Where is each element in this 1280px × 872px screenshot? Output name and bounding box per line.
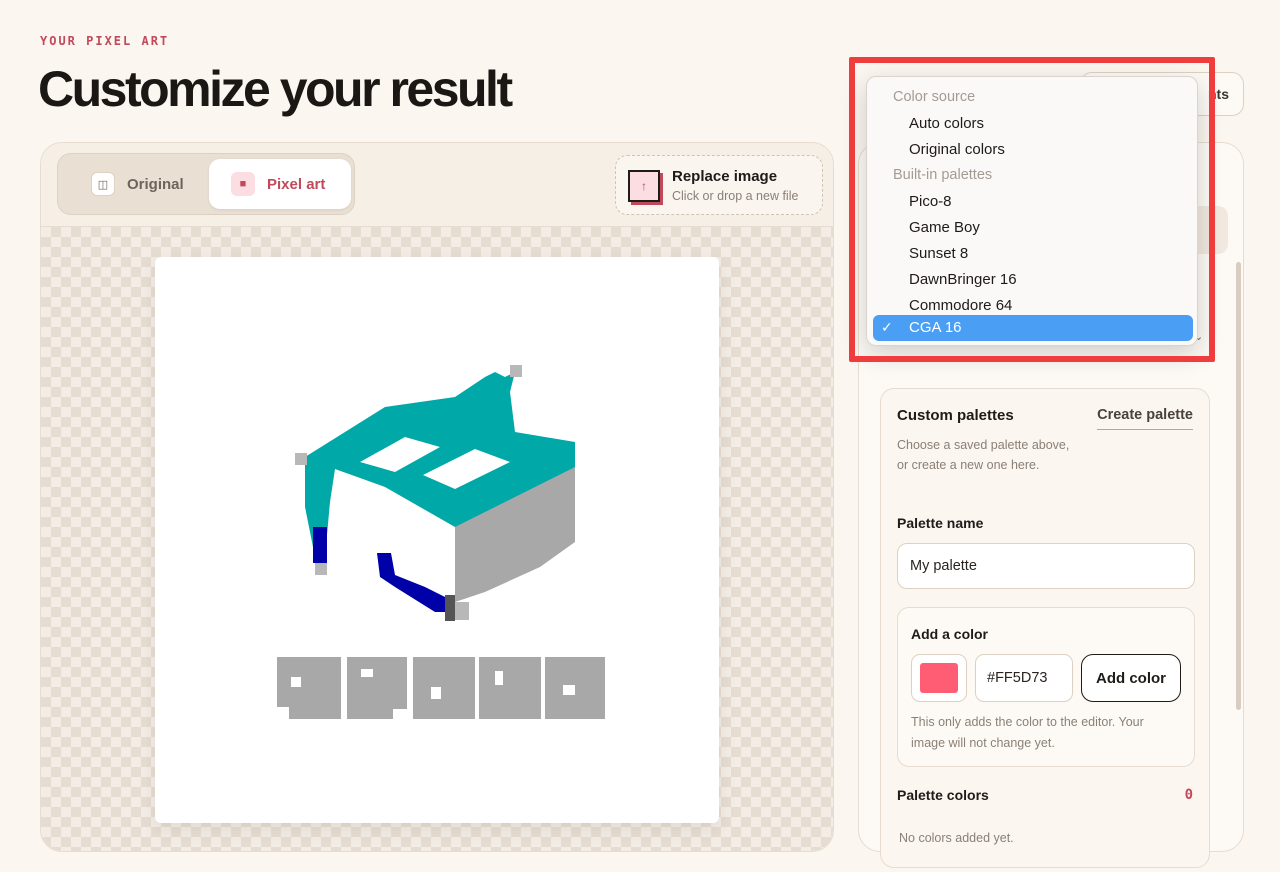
- tab-pixel-art[interactable]: ■ Pixel art: [209, 159, 351, 209]
- hex-color-input[interactable]: [975, 654, 1073, 702]
- custom-palettes-description: Choose a saved palette above, or create …: [897, 438, 1070, 472]
- dropdown-item-cga-16[interactable]: ✓ CGA 16: [873, 315, 1193, 341]
- checkmark-icon: ✓: [881, 319, 893, 335]
- palette-colors-empty: No colors added yet.: [899, 831, 1014, 845]
- create-palette-button[interactable]: Create palette: [1097, 407, 1193, 430]
- palette-colors-label: Palette colors: [897, 787, 989, 803]
- page-eyebrow: YOUR PIXEL ART: [40, 34, 170, 48]
- replace-image-dropzone[interactable]: ↑ Replace image Click or drop a new file: [615, 155, 823, 215]
- dropdown-item-game-boy[interactable]: Game Boy: [909, 219, 980, 236]
- page-title: Customize your result: [38, 61, 513, 117]
- palette-name-input[interactable]: [897, 543, 1195, 589]
- preview-card: ◫ Original ■ Pixel art ↑ Replace image C…: [40, 142, 834, 852]
- canvas-area: [41, 227, 833, 851]
- color-swatch: [920, 663, 958, 693]
- palette-dropdown-menu: Color source Auto colors Original colors…: [866, 76, 1198, 346]
- replace-image-subtitle: Click or drop a new file: [672, 189, 799, 203]
- dropdown-item-dawnbringer-16[interactable]: DawnBringer 16: [909, 271, 1017, 288]
- pixel-box-logo: [277, 365, 605, 719]
- custom-palettes-title: Custom palettes: [897, 407, 1014, 424]
- dropdown-item-original-colors[interactable]: Original colors: [909, 141, 1005, 158]
- dropdown-item-auto-colors[interactable]: Auto colors: [909, 115, 984, 132]
- replace-image-title: Replace image: [672, 168, 778, 185]
- dropdown-item-commodore-64[interactable]: Commodore 64: [909, 297, 1012, 314]
- custom-palettes-card: Custom palettes Create palette Choose a …: [880, 388, 1210, 868]
- palette-name-label: Palette name: [897, 515, 984, 531]
- presets-button-label: nts: [1208, 86, 1229, 102]
- view-toggle: ◫ Original ■ Pixel art: [57, 153, 355, 215]
- pixel-grid-icon: ■: [231, 172, 255, 196]
- tab-pixel-art-label: Pixel art: [267, 175, 326, 193]
- add-color-title: Add a color: [911, 626, 989, 642]
- dropdown-group-color-source: Color source: [893, 89, 976, 105]
- upload-arrow-icon: ↑: [628, 170, 660, 202]
- color-swatch-picker[interactable]: [911, 654, 967, 702]
- add-color-note: This only adds the color to the editor. …: [911, 715, 1144, 750]
- dropdown-group-built-in: Built-in palettes: [893, 167, 993, 183]
- pixel-art-image: [155, 257, 719, 823]
- dropdown-item-pico-8[interactable]: Pico-8: [909, 193, 952, 210]
- tab-original[interactable]: ◫ Original: [63, 159, 205, 209]
- add-color-button[interactable]: Add color: [1081, 654, 1181, 702]
- dropdown-item-cga-16-label: CGA 16: [909, 319, 962, 336]
- add-color-card: Add a color Add color This only adds the…: [897, 607, 1195, 767]
- panel-scrollbar[interactable]: [1236, 262, 1241, 710]
- palette-colors-count: 0: [1184, 787, 1193, 803]
- tab-original-label: Original: [127, 175, 184, 193]
- dropdown-item-sunset-8[interactable]: Sunset 8: [909, 245, 968, 262]
- preview-header: ◫ Original ■ Pixel art ↑ Replace image C…: [41, 143, 833, 227]
- split-view-icon: ◫: [91, 172, 115, 196]
